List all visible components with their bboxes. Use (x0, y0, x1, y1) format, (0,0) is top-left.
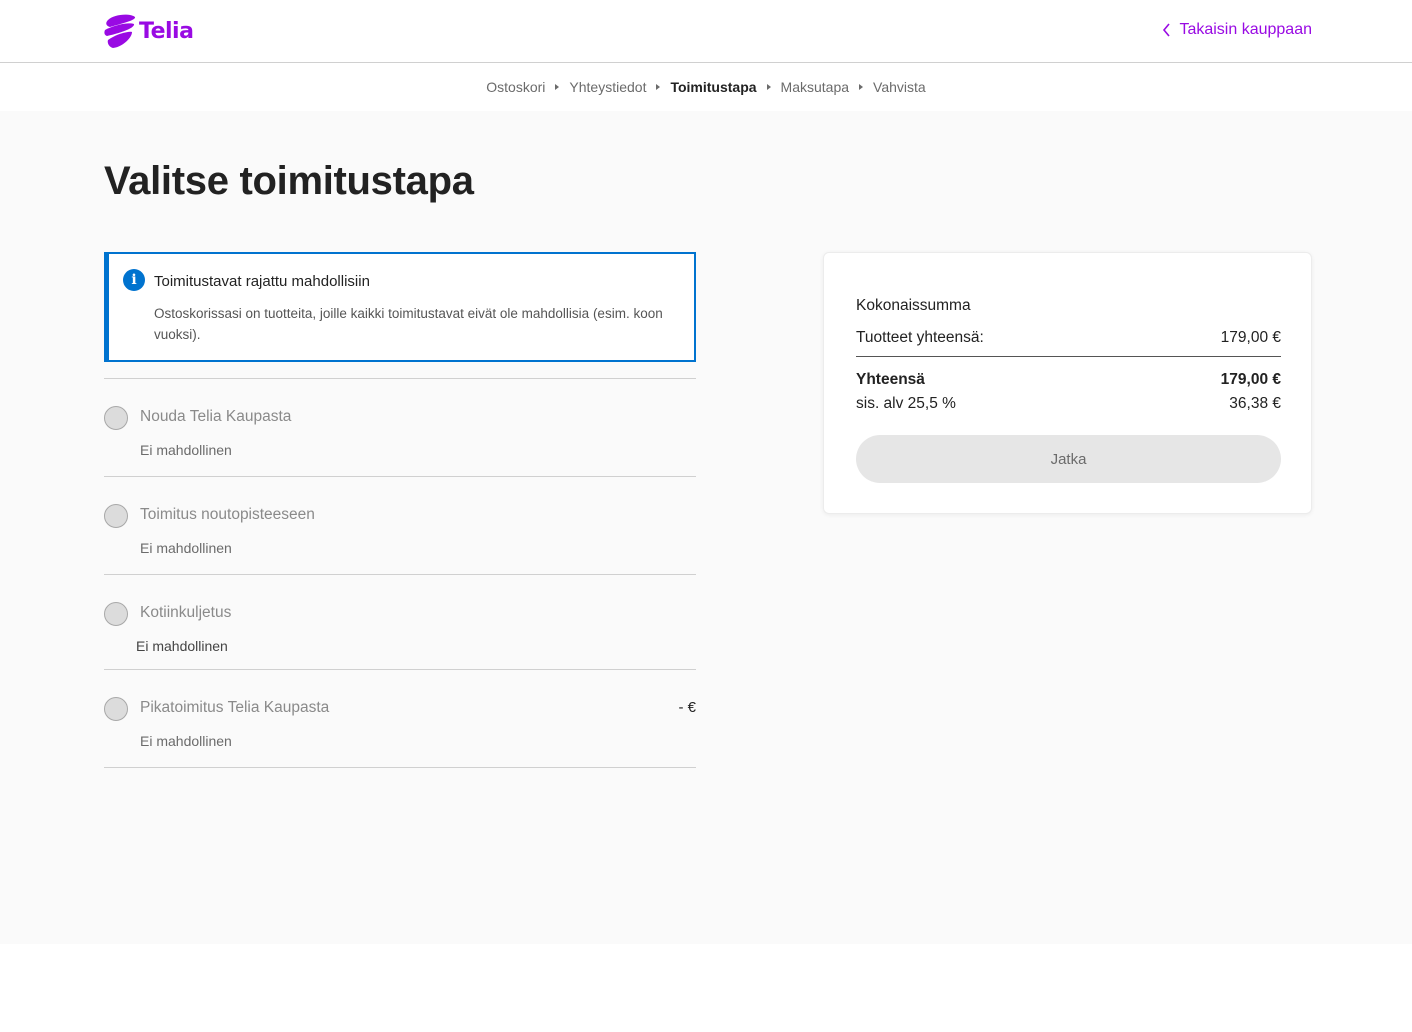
back-to-shop-label: Takaisin kauppaan (1179, 21, 1312, 38)
step-ostoskori[interactable]: Ostoskori (486, 79, 545, 95)
continue-button[interactable]: Jatka (856, 435, 1281, 483)
option-status: Ei mahdollinen (140, 442, 232, 458)
info-icon: i (123, 269, 145, 291)
option-title: Nouda Telia Kaupasta (140, 408, 292, 425)
info-text: Ostoskorissasi on tuotteita, joille kaik… (154, 306, 663, 342)
delivery-option-kotiinkuljetus[interactable]: Kotiinkuljetus Ei mahdollinen (104, 575, 696, 670)
radio-button[interactable] (104, 406, 128, 430)
delivery-option-nouda[interactable]: Nouda Telia Kaupasta Ei mahdollinen (104, 379, 696, 477)
step-separator-icon (656, 84, 661, 90)
option-status: Ei mahdollinen (140, 733, 232, 749)
step-toimitustapa[interactable]: Toimitustapa (670, 79, 756, 95)
grand-total-value: 179,00 € (1220, 371, 1281, 388)
logo-text: Telia (139, 18, 194, 44)
summary-divider (856, 356, 1281, 357)
step-separator-icon (859, 84, 864, 90)
chevron-left-icon (1163, 23, 1171, 37)
option-status: Ei mahdollinen (136, 638, 228, 654)
vat-row: sis. alv 25,5 % 36,38 € (856, 395, 1281, 413)
info-title: Toimitustavat rajattu mahdollisiin (154, 273, 370, 290)
step-yhteystiedot[interactable]: Yhteystiedot (569, 79, 646, 95)
step-separator-icon (555, 84, 560, 90)
step-maksutapa[interactable]: Maksutapa (781, 79, 849, 95)
order-summary: Kokonaissumma Tuotteet yhteensä: 179,00 … (823, 252, 1312, 514)
products-total-label: Tuotteet yhteensä: (856, 329, 984, 346)
vat-value: 36,38 € (1229, 395, 1281, 412)
delivery-option-pikatoimitus[interactable]: Pikatoimitus Telia Kaupasta - € Ei mahdo… (104, 670, 696, 768)
grand-total-row: Yhteensä 179,00 € (856, 371, 1281, 389)
option-title: Toimitus noutopisteeseen (140, 506, 315, 523)
option-status: Ei mahdollinen (140, 540, 232, 556)
grand-total-label: Yhteensä (856, 371, 925, 388)
radio-button[interactable] (104, 504, 128, 528)
page-title: Valitse toimitustapa (104, 159, 474, 203)
radio-button[interactable] (104, 697, 128, 721)
option-price: - € (678, 699, 696, 716)
telia-pebble-icon (104, 14, 136, 48)
delivery-options: Nouda Telia Kaupasta Ei mahdollinen Toim… (104, 378, 696, 768)
telia-logo[interactable]: Telia (104, 14, 194, 48)
main-content: Valitse toimitustapa i Toimitustavat raj… (0, 111, 1412, 944)
site-header: Telia Takaisin kauppaan (0, 0, 1412, 63)
radio-button[interactable] (104, 602, 128, 626)
products-total-value: 179,00 € (1220, 329, 1281, 346)
products-total-row: Tuotteet yhteensä: 179,00 € (856, 329, 1281, 347)
step-vahvista[interactable]: Vahvista (873, 79, 926, 95)
checkout-steps: Ostoskori Yhteystiedot Toimitustapa Maks… (0, 63, 1412, 111)
vat-label: sis. alv 25,5 % (856, 395, 956, 412)
info-notification: i Toimitustavat rajattu mahdollisiin Ost… (104, 252, 696, 362)
option-title: Kotiinkuljetus (140, 604, 232, 621)
delivery-option-noutopiste[interactable]: Toimitus noutopisteeseen Ei mahdollinen (104, 477, 696, 575)
option-title: Pikatoimitus Telia Kaupasta (140, 699, 330, 716)
back-to-shop-link[interactable]: Takaisin kauppaan (1162, 21, 1312, 39)
step-separator-icon (766, 84, 771, 90)
summary-heading: Kokonaissumma (856, 297, 971, 314)
